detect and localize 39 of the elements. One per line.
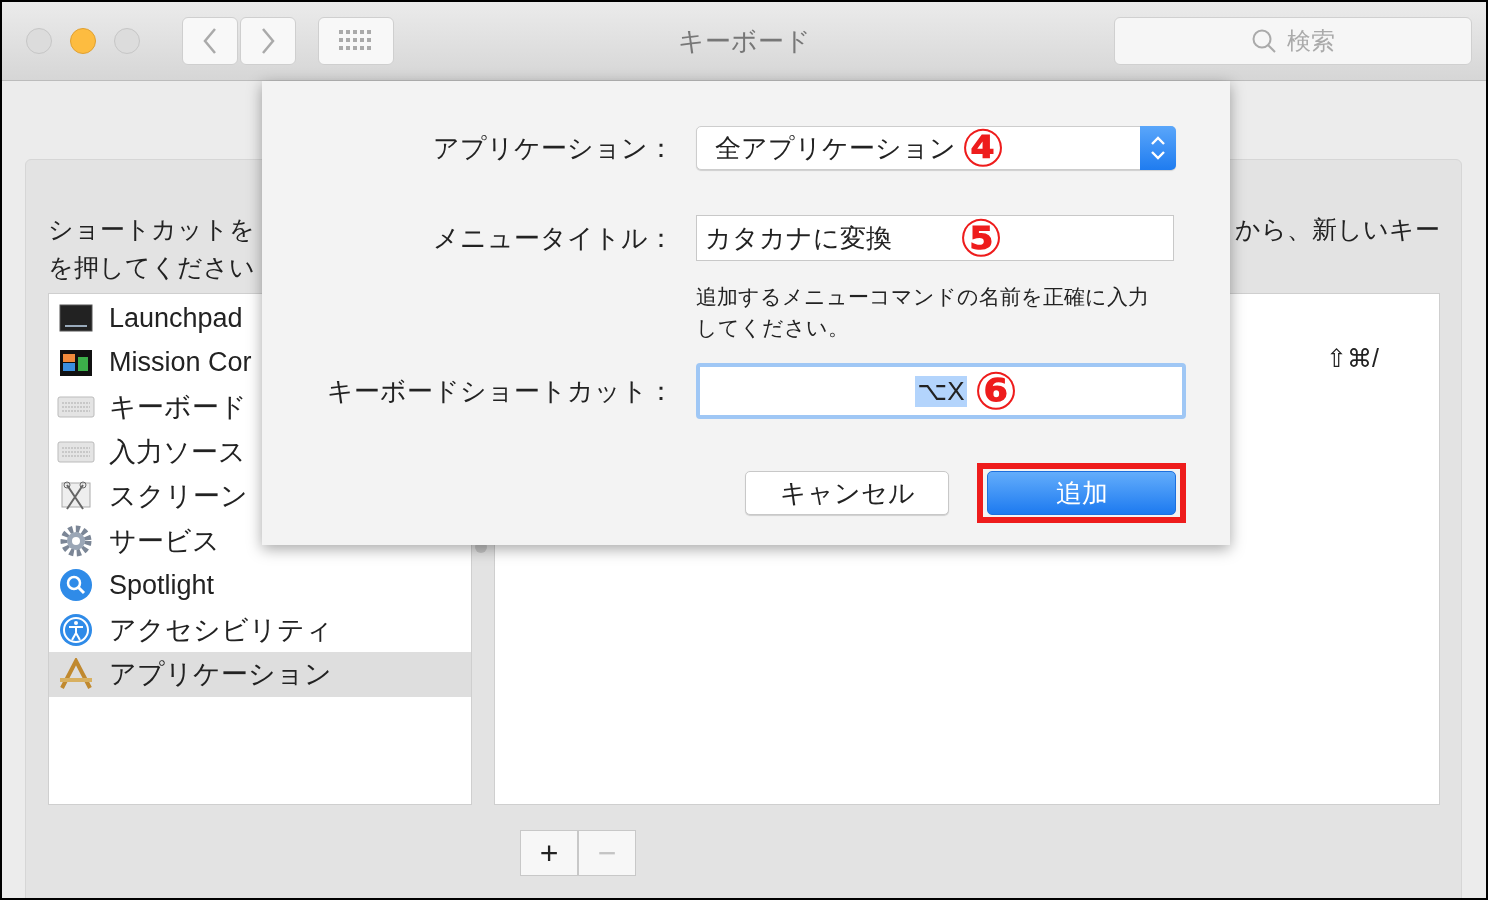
category-item[interactable]: サービス [49,518,471,563]
category-item[interactable]: アプリケーション [49,652,471,697]
field-label: アプリケーション： [432,131,674,165]
keyboard-icon [57,396,95,419]
chevron-right-icon [260,27,276,55]
minimize-button[interactable] [70,28,96,54]
annotation-number: ⑤ [959,212,1004,264]
help-text: 追加するメニューコマンドの名前を正確に入力してください。 [696,284,1150,341]
category-item[interactable]: 入力ソース [49,429,471,474]
search-icon [59,568,93,603]
launchpad-icon [59,304,93,333]
instruction-text: から、新しいキー [1235,215,1440,243]
windows-icon [59,348,93,377]
category-item[interactable]: Spotlight [49,563,471,608]
show-all-button[interactable] [318,17,394,65]
window-title: キーボード [677,24,811,58]
annotation-number: ⑥ [974,365,1019,417]
category-item[interactable]: スクリーン [49,474,471,519]
forward-button[interactable] [240,17,296,65]
field-label: メニュータイトル： [432,221,674,255]
cancel-button[interactable]: キャンセル [745,471,949,515]
instruction-text: を押してください [48,252,255,283]
grid-icon [339,30,373,52]
shortcut-keys: ⇧⌘/ [1326,344,1379,373]
category-item[interactable]: アクセシビリティ [49,607,471,652]
back-button[interactable] [182,17,238,65]
pencil-ruler-icon [58,658,94,691]
accessibility-icon [59,612,93,647]
chevron-left-icon [202,27,218,55]
chevron-up-down-icon [1150,135,1166,161]
menu-title-field[interactable]: カタカナに変換 ⑤ [696,215,1174,261]
instruction-text: ショートカットを [48,214,255,245]
add-button[interactable]: + [520,830,578,876]
search-icon [1251,28,1277,54]
zoom-button[interactable] [114,28,140,54]
category-item[interactable]: Launchpad [49,296,471,341]
field-label: キーボードショートカット： [326,374,674,408]
keyboard-icon [57,440,95,463]
close-button[interactable] [26,28,52,54]
